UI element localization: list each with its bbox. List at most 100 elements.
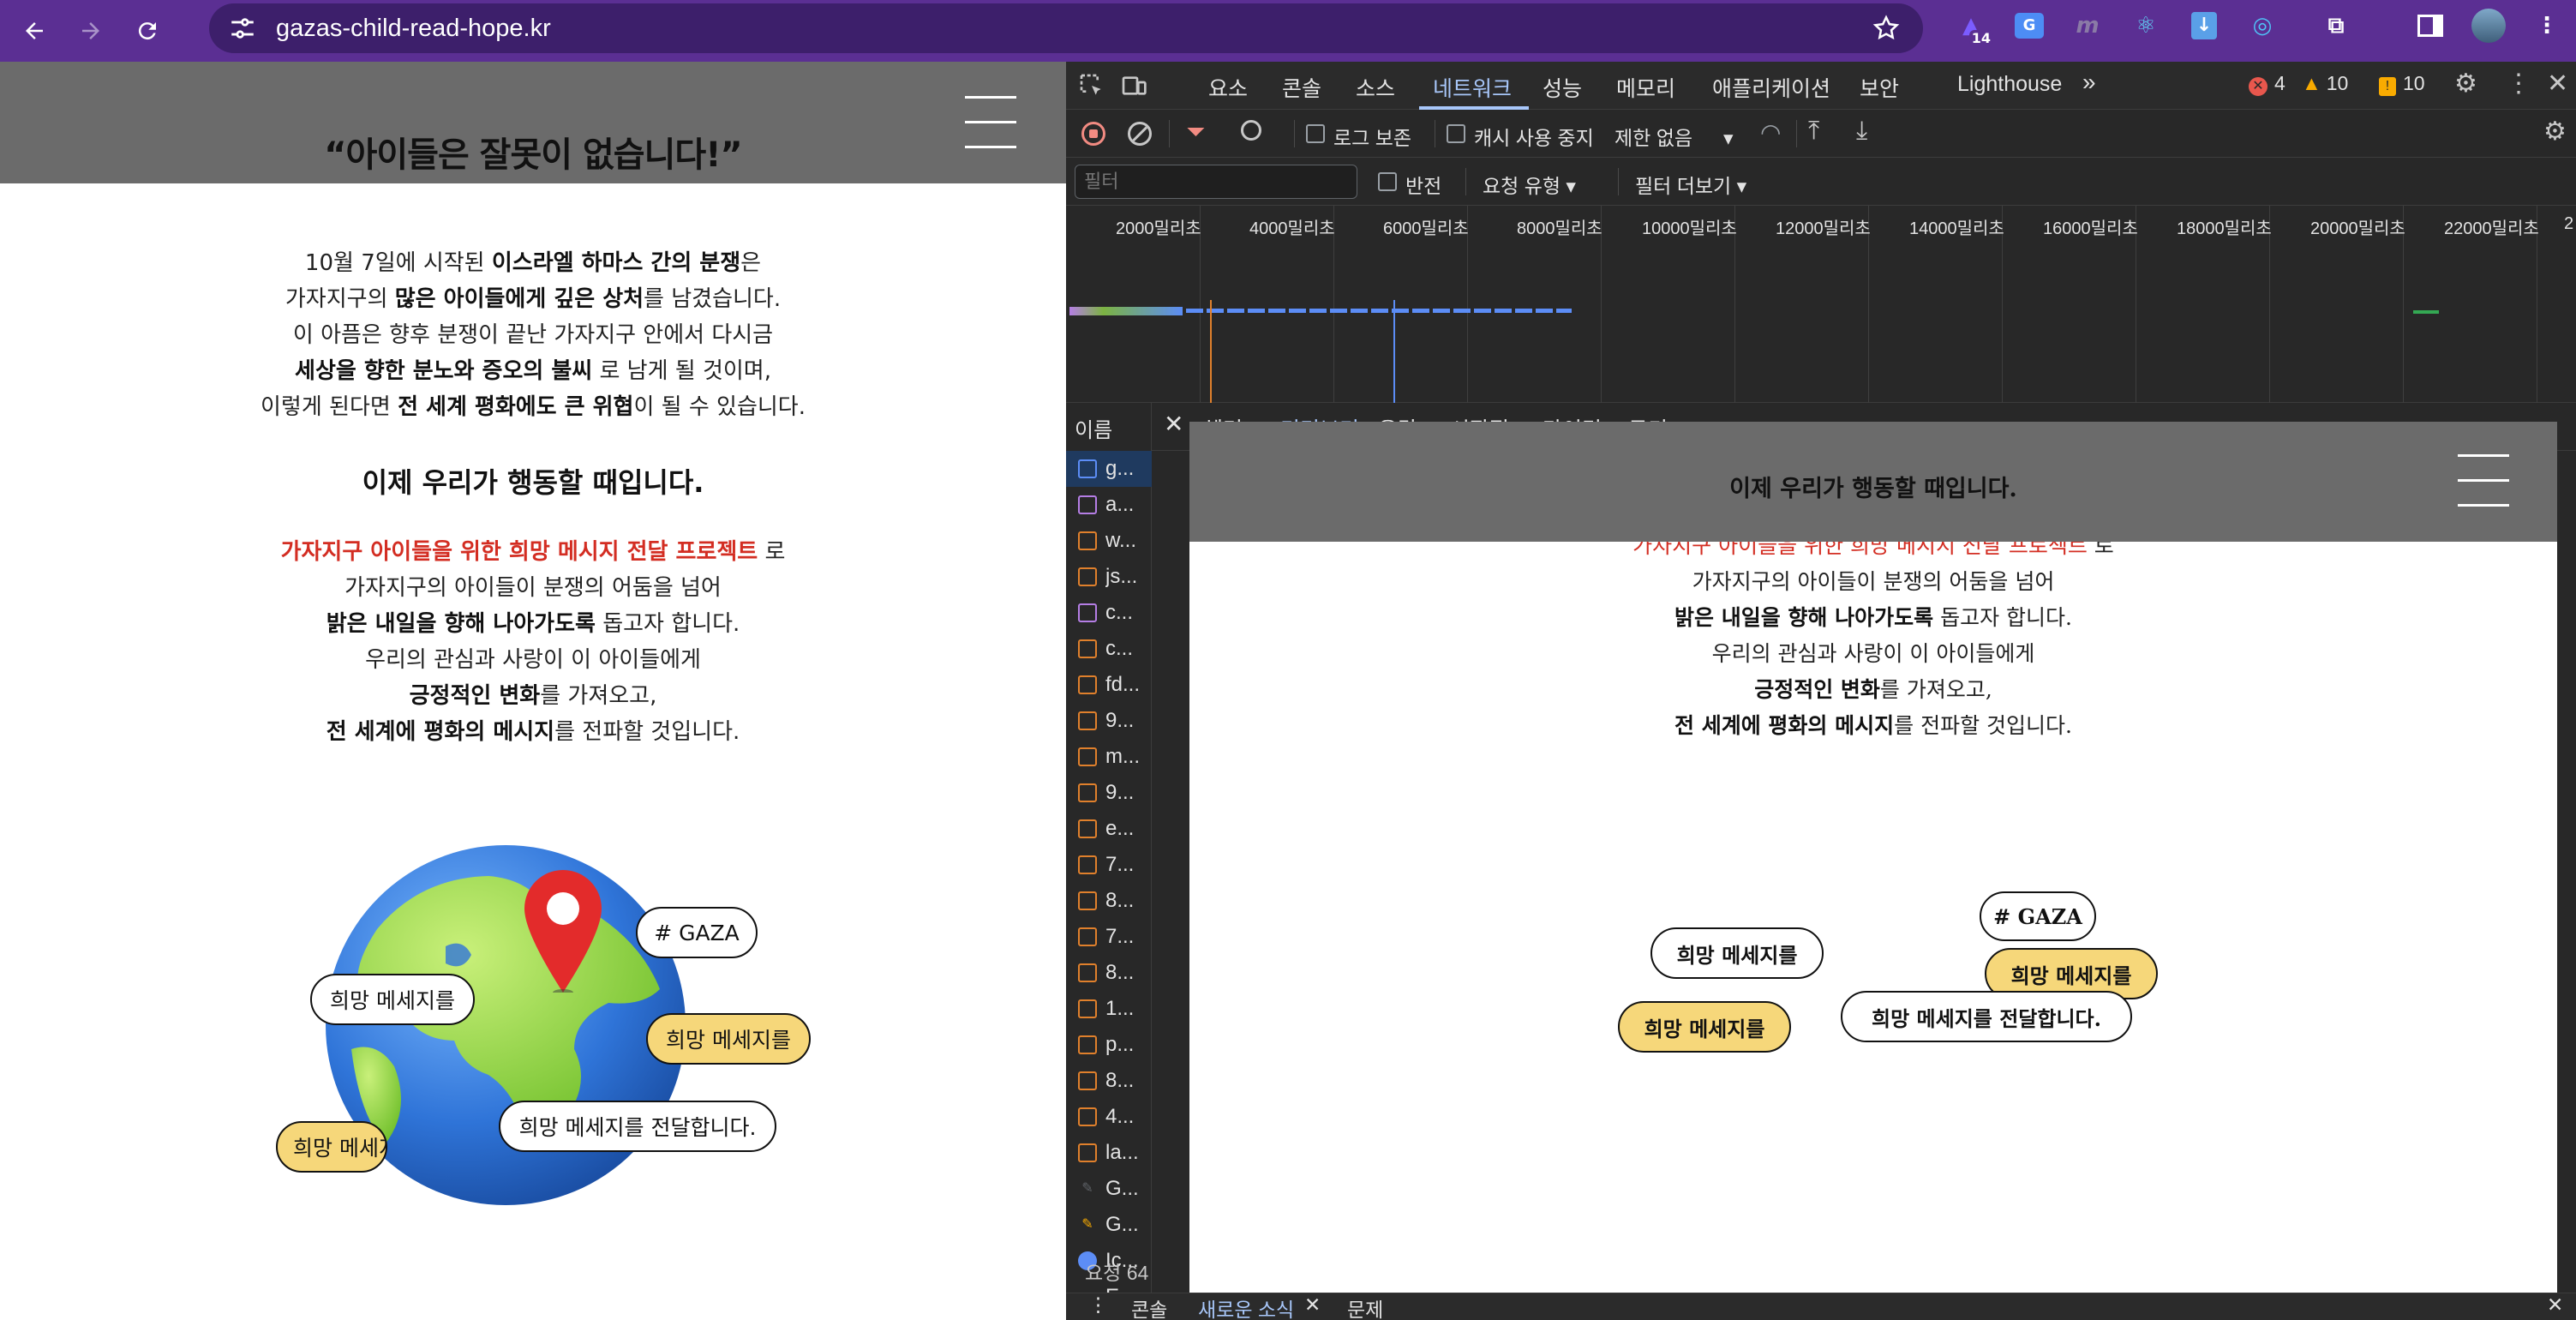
hope-message-bubble: 희망 메세지를 (310, 974, 475, 1025)
request-row[interactable]: 8... (1066, 955, 1152, 991)
tab-performance[interactable]: 성능 (1543, 72, 1582, 103)
browser-menu-icon[interactable]: ⋮ (2528, 7, 2566, 45)
tab-network[interactable]: 네트워크 (1433, 72, 1512, 103)
request-name: 8... (1105, 961, 1135, 984)
tab-memory[interactable]: 메모리 (1616, 72, 1675, 103)
warning-count-icon[interactable]: ▲ 10 (2302, 72, 2348, 95)
request-name: 7... (1105, 925, 1135, 948)
network-conditions-icon[interactable]: ◠ (1760, 118, 1781, 147)
preview-hope-bubble: 희망 메세지를 (1650, 927, 1824, 979)
request-row[interactable]: 1... (1066, 991, 1152, 1027)
filter-funnel-icon[interactable]: ⏷ (1186, 118, 1205, 147)
request-row[interactable]: p... (1066, 1027, 1152, 1063)
request-name: G... (1105, 1177, 1139, 1200)
close-devtools-icon[interactable]: ✕ (2547, 69, 2568, 99)
preview-gaza-bubble: # GAZA (1980, 891, 2096, 941)
name-column-header[interactable]: 이름 (1075, 413, 1112, 443)
request-row[interactable]: ✎ G... (1066, 1207, 1152, 1243)
extension-search-icon[interactable]: ◎ (2244, 7, 2281, 45)
request-row[interactable]: g... (1066, 451, 1152, 487)
inspect-element-icon[interactable] (1078, 72, 1105, 99)
request-types-dropdown[interactable]: 요청 유형 ▾ (1483, 170, 1576, 199)
request-row[interactable]: 7... (1066, 847, 1152, 883)
tab-console[interactable]: 콘솔 (1282, 72, 1321, 103)
drawer-close-tab-icon[interactable]: ✕ (1304, 1293, 1321, 1317)
devtools-tab-bar: 요소 콘솔 소스 네트워크 성능 메모리 애플리케이션 보안 Lighthous… (1066, 62, 2576, 110)
settings-gear-icon[interactable]: ⚙ (2454, 69, 2477, 99)
back-button[interactable] (10, 7, 58, 55)
request-name: 7... (1105, 853, 1135, 876)
network-overview-timeline[interactable]: 2000밀리초 4000밀리초 6000밀리초 8000밀리초 10000밀리초… (1066, 206, 2576, 403)
invert-label: 반전 (1405, 175, 1442, 197)
request-row[interactable]: m... (1066, 739, 1152, 775)
disable-cache-checkbox[interactable] (1447, 124, 1465, 143)
request-row[interactable]: la... (1066, 1135, 1152, 1171)
request-row[interactable]: 9... (1066, 775, 1152, 811)
preview-title: 이제 우리가 행동할 때입니다. (1729, 476, 2017, 502)
forward-button[interactable] (67, 7, 115, 55)
request-row[interactable]: a... (1066, 487, 1152, 523)
menu-hamburger-icon[interactable] (965, 96, 1016, 148)
request-row[interactable]: 8... (1066, 883, 1152, 919)
request-row[interactable]: fd... (1066, 667, 1152, 703)
import-har-icon[interactable]: ⤒ (1808, 117, 1819, 146)
request-name: m... (1105, 745, 1140, 768)
request-row[interactable]: 9... (1066, 703, 1152, 739)
extension-graduation-icon[interactable]: ▲ 14 (1952, 7, 1993, 46)
timeline-label: 22000밀리초 (2444, 219, 2539, 238)
request-row[interactable]: 4... (1066, 1099, 1152, 1135)
arrow-right-icon (82, 22, 99, 39)
request-row[interactable]: 7... (1066, 919, 1152, 955)
side-panel-icon[interactable] (2411, 7, 2449, 45)
reload-button[interactable] (123, 7, 171, 55)
tab-elements[interactable]: 요소 (1208, 72, 1248, 103)
site-settings-icon[interactable] (228, 14, 257, 43)
tab-sources[interactable]: 소스 (1356, 72, 1395, 103)
request-row[interactable]: c... (1066, 631, 1152, 667)
devtools-menu-icon[interactable]: ⋮ (2506, 69, 2531, 99)
invert-checkbox[interactable] (1378, 172, 1397, 191)
request-row[interactable]: js... (1066, 559, 1152, 595)
request-row[interactable]: e... (1066, 811, 1152, 847)
tab-security[interactable]: 보안 (1860, 72, 1899, 103)
extension-m-icon[interactable]: m (2069, 7, 2106, 45)
request-row[interactable]: 8... (1066, 1063, 1152, 1099)
more-tabs-chevron-icon[interactable]: » (2082, 69, 2096, 96)
throttle-select[interactable]: 제한 없음 ▾ (1614, 122, 1734, 151)
bookmark-star-icon[interactable] (1872, 14, 1901, 43)
more-filters-dropdown[interactable]: 필터 더보기 ▾ (1635, 170, 1746, 199)
tab-application[interactable]: 애플리케이션 (1712, 72, 1830, 103)
extension-download-icon[interactable]: ↓ (2185, 7, 2223, 45)
preserve-log-checkbox[interactable] (1306, 124, 1325, 143)
script-icon (1078, 891, 1097, 910)
drawer-tab-issues[interactable]: 문제 (1347, 1293, 1383, 1320)
drawer-close-icon[interactable]: ✕ (2547, 1293, 2563, 1317)
network-settings-gear-icon[interactable]: ⚙ (2543, 117, 2567, 147)
extensions-puzzle-icon[interactable]: ⧉ (2317, 7, 2355, 45)
profile-avatar[interactable] (2470, 7, 2507, 45)
tab-lighthouse[interactable]: Lighthouse (1957, 72, 2062, 97)
request-row[interactable]: ✎ G... (1066, 1171, 1152, 1207)
search-icon[interactable] (1241, 120, 1261, 141)
script-icon (1078, 1107, 1097, 1126)
script-icon (1078, 747, 1097, 766)
record-stop-icon[interactable] (1081, 122, 1105, 146)
extension-translate-icon[interactable]: G (2010, 7, 2048, 45)
issue-count-icon[interactable]: ! 10 (2379, 72, 2425, 96)
request-row[interactable]: c... (1066, 595, 1152, 631)
drawer-menu-icon[interactable]: ⋮ (1088, 1293, 1108, 1317)
export-har-icon[interactable]: ⤓ (1856, 117, 1867, 146)
filter-input[interactable] (1075, 165, 1357, 199)
device-toolbar-icon[interactable] (1119, 72, 1148, 99)
clear-icon[interactable] (1128, 122, 1152, 146)
highlight: 전 세계 평화에도 큰 위협 (398, 394, 634, 420)
request-row[interactable]: w... (1066, 523, 1152, 559)
react-devtools-icon[interactable]: ⚛ (2127, 7, 2165, 45)
drawer-tab-whats-new[interactable]: 새로운 소식 (1198, 1293, 1294, 1320)
preview-deliver-bubble: 희망 메세지를 전달합니다. (1841, 991, 2132, 1042)
drawer-tab-console[interactable]: 콘솔 (1131, 1293, 1167, 1320)
url-text[interactable]: gazas-child-read-hope.kr (276, 15, 551, 43)
close-detail-icon[interactable]: ✕ (1164, 410, 1183, 438)
address-bar[interactable]: gazas-child-read-hope.kr (209, 3, 1923, 53)
error-count-icon[interactable]: ✕ 4 (2249, 72, 2285, 96)
